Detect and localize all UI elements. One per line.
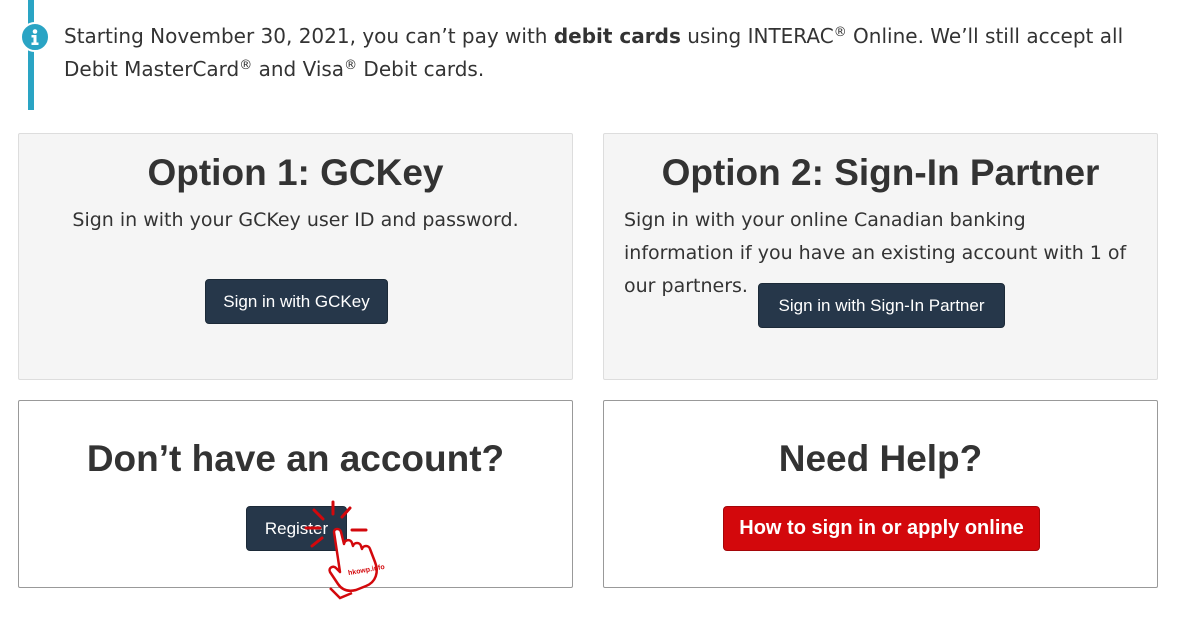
sign-in-gckey-button[interactable]: Sign in with GCKey (205, 279, 388, 324)
register-title: Don’t have an account? (86, 438, 505, 479)
option-gckey-panel: Option 1: GCKey Sign in with your GCKey … (18, 133, 573, 380)
notice-text: Starting November 30, 2021, you can’t pa… (64, 24, 1124, 81)
option-gckey-title: Option 1: GCKey (147, 152, 444, 193)
sign-in-partner-button[interactable]: Sign in with Sign-In Partner (758, 283, 1005, 328)
registered-mark: ® (239, 58, 253, 73)
option-gckey-description: Sign in with your GCKey user ID and pass… (72, 209, 519, 231)
registered-mark: ® (344, 58, 358, 73)
register-panel: Don’t have an account? Register (18, 400, 573, 588)
option-sign-in-partner-title: Option 2: Sign-In Partner (661, 152, 1100, 193)
info-icon (20, 22, 50, 52)
option-sign-in-partner-panel: Option 2: Sign-In Partner Sign in with y… (603, 133, 1158, 380)
register-button[interactable]: Register (246, 506, 347, 551)
debit-card-notice: Starting November 30, 2021, you can’t pa… (0, 0, 1180, 112)
registered-mark: ® (833, 25, 847, 40)
help-title: Need Help? (778, 438, 983, 479)
help-panel: Need Help? How to sign in or apply onlin… (603, 400, 1158, 588)
how-to-sign-in-button[interactable]: How to sign in or apply online (723, 506, 1040, 551)
notice-bold-text: debit cards (553, 24, 681, 48)
notice-accent-bar (28, 0, 34, 110)
